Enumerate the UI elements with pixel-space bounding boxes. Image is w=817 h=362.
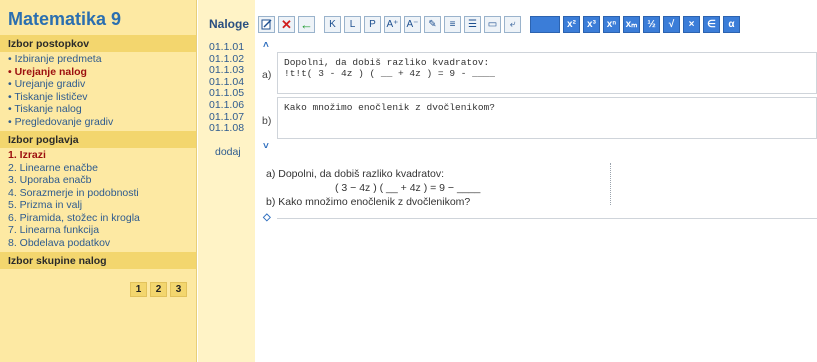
question-a-label: a) — [262, 69, 272, 81]
left-sidebar: Matematika 9 Izbor postopkov • Izbiranje … — [0, 0, 197, 362]
add-task-link[interactable]: dodaj — [198, 146, 255, 158]
sqrt-button[interactable]: √ — [663, 16, 680, 33]
sidebar-item[interactable]: • Tiskanje lističev — [8, 91, 196, 104]
task-code-list: 01.1.01 01.1.02 01.1.03 01.1.04 01.1.05 01.1.… — [198, 41, 255, 135]
question-b-line1: Kako množimo enočlenik z dvočlenikom? — [284, 102, 495, 113]
question-a-line1: Dopolni, da dobiš razliko kvadratov: — [284, 57, 490, 68]
question-b-label: b) — [262, 115, 272, 127]
section-heading: Izbor skupine nalog — [0, 252, 196, 269]
move-down-icon[interactable]: ˅ — [263, 141, 269, 152]
blank-button[interactable] — [530, 16, 560, 33]
superscript-n-button[interactable]: xⁿ — [603, 16, 620, 33]
superscript-3-button[interactable]: x³ — [583, 16, 600, 33]
bullet-list-icon[interactable]: ☰ — [464, 16, 481, 33]
question-a-editor[interactable]: Dopolni, da dobiš razliko kvadratov: !t!t… — [277, 52, 817, 94]
preview-line-a: a) Dopolni, da dobiš razliko kvadratov: — [266, 168, 445, 180]
sidebar-item[interactable]: • Tiskanje nalog — [8, 103, 196, 116]
sidebar-item[interactable]: 6. Piramida, stožec in krogla — [8, 212, 196, 225]
sidebar-sections: Izbor postopkov • Izbiranje predmeta • Ure… — [0, 35, 196, 273]
page-button[interactable]: 2 — [150, 282, 167, 297]
group-pager: 123 — [130, 282, 187, 297]
sidebar-item[interactable]: 1. Izrazi — [8, 149, 196, 162]
horizontal-rule — [277, 218, 817, 219]
clear-format-icon[interactable]: ✎ — [424, 16, 441, 33]
section-list — [0, 269, 196, 273]
sidebar-item[interactable]: 8. Obdelava podatkov — [8, 237, 196, 250]
underline-button[interactable]: P — [364, 16, 381, 33]
preview-line-b: b) Kako množimo enočlenik z dvočlenikom? — [266, 196, 471, 208]
sidebar-item[interactable]: 5. Prizma in valj — [8, 199, 196, 212]
question-a-line2: !t!t( 3 - 4z ) ( __ + 4z ) = 9 - ____ — [284, 68, 495, 79]
edit-icon[interactable] — [258, 16, 275, 33]
delete-icon[interactable]: ✕ — [278, 16, 295, 33]
page-button[interactable]: 3 — [170, 282, 187, 297]
sidebar-item[interactable]: • Izbiranje predmeta — [8, 53, 196, 66]
decrease-font-icon[interactable]: A⁻ — [404, 16, 421, 33]
section-list: 1. Izrazi 2. Linearne enačbe 3. Uporaba en… — [0, 148, 196, 252]
sidebar-item[interactable]: 4. Sorazmerje in podobnosti — [8, 187, 196, 200]
numbered-list-icon[interactable]: ≡ — [444, 16, 461, 33]
sidebar-item[interactable]: • Urejanje nalog — [8, 66, 196, 79]
task-code[interactable]: 01.1.06 — [198, 99, 255, 112]
task-preview: a) Dopolni, da dobiš razliko kvadratov: … — [266, 167, 480, 209]
increase-font-icon[interactable]: A⁺ — [384, 16, 401, 33]
section-heading: Izbor postopkov — [0, 35, 196, 52]
preview-divider — [610, 163, 611, 205]
sidebar-item[interactable]: 2. Linearne enačbe — [8, 162, 196, 175]
tasks-heading: Naloge — [209, 17, 250, 31]
app-title: Matematika 9 — [8, 9, 122, 29]
sidebar-item[interactable]: 7. Linearna funkcija — [8, 224, 196, 237]
task-code[interactable]: 01.1.01 — [198, 41, 255, 54]
sidebar-item[interactable]: • Pregledovanje gradiv — [8, 116, 196, 129]
diamond-icon[interactable]: ◇ — [263, 212, 271, 223]
move-up-icon[interactable]: ˄ — [263, 40, 269, 51]
multiply-button[interactable]: × — [683, 16, 700, 33]
sidebar-item[interactable]: • Urejanje gradiv — [8, 78, 196, 91]
task-list-column: Naloge 01.1.01 01.1.02 01.1.03 01.1.04 01.1.… — [198, 0, 255, 362]
bold-button[interactable]: K — [324, 16, 341, 33]
editor-toolbar: ✕ ← K L P A⁺ A⁻ ✎ ≡ ☰ ▭ ⤶ x² x³ xⁿ xₘ ½ √ × ∈ α — [258, 16, 743, 33]
fraction-button[interactable]: ½ — [643, 16, 660, 33]
task-code[interactable]: 01.1.08 — [198, 123, 255, 135]
section-heading: Izbor poglavja — [0, 131, 196, 148]
image-icon[interactable]: ⤶ — [504, 16, 521, 33]
superscript-2-button[interactable]: x² — [563, 16, 580, 33]
alpha-button[interactable]: α — [723, 16, 740, 33]
section-list: • Izbiranje predmeta • Urejanje nalog • Ur… — [0, 52, 196, 131]
subscript-button[interactable]: xₘ — [623, 16, 640, 33]
question-b-editor[interactable]: Kako množimo enočlenik z dvočlenikom? — [277, 97, 817, 139]
element-of-button[interactable]: ∈ — [703, 16, 720, 33]
sidebar-item[interactable]: 3. Uporaba enačb — [8, 174, 196, 187]
preview-line-equation: ( 3 − 4z ) ( __ + 4z ) = 9 − ____ — [335, 182, 481, 194]
table-icon[interactable]: ▭ — [484, 16, 501, 33]
italic-button[interactable]: L — [344, 16, 361, 33]
page-button[interactable]: 1 — [130, 282, 147, 297]
back-arrow-icon[interactable]: ← — [298, 16, 315, 33]
